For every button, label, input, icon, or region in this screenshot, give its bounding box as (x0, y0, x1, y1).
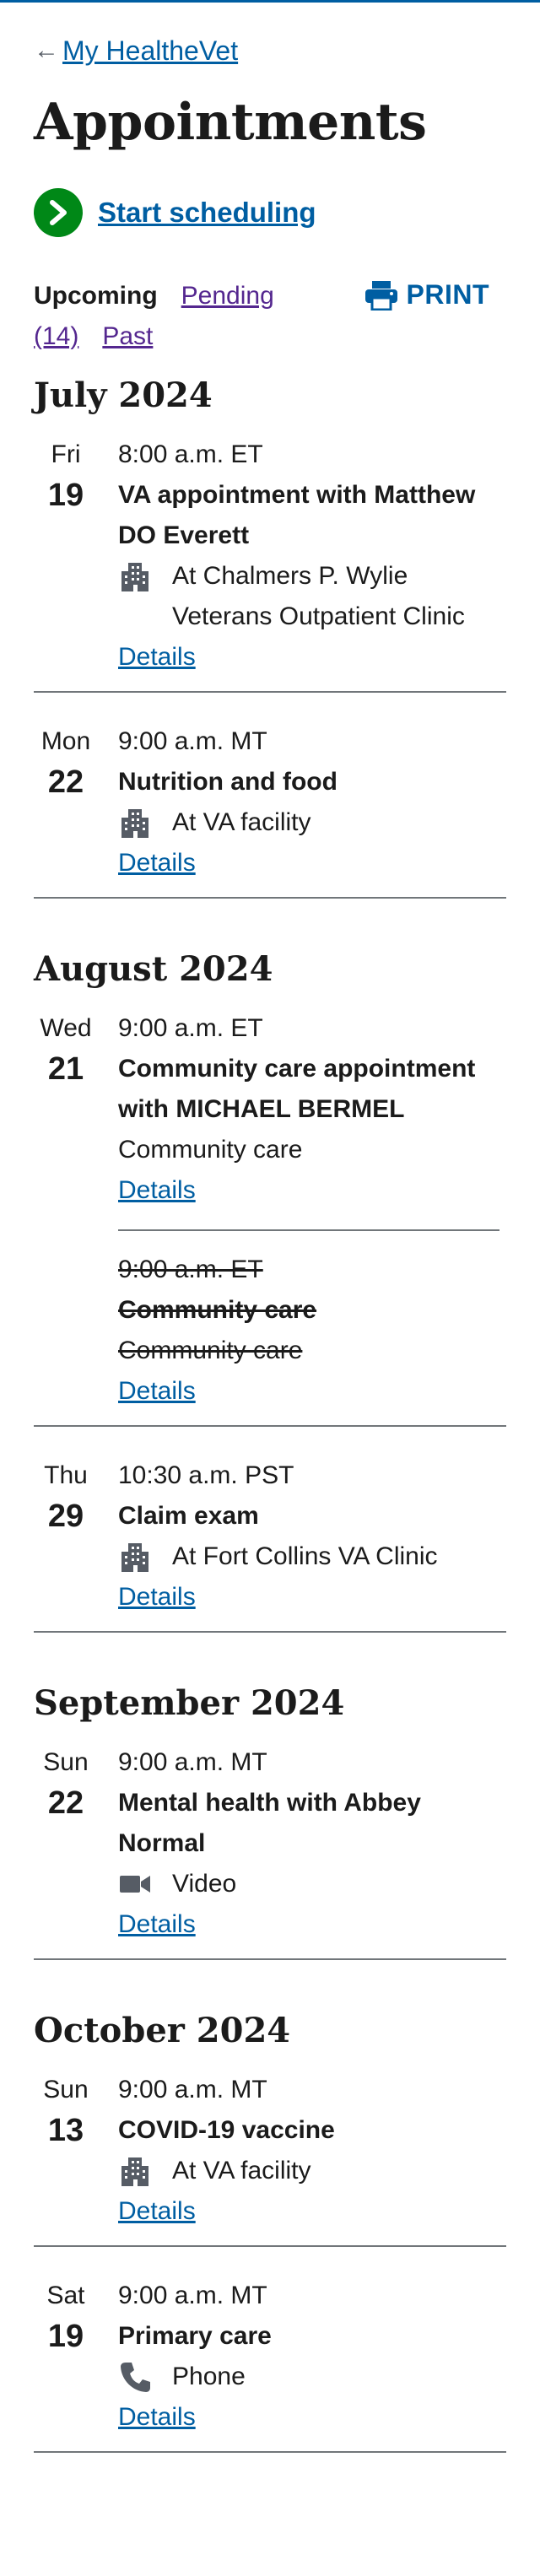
appointment-title: VA appointment with Matthew DO Everett (118, 481, 476, 549)
breadcrumb-link-my-healthevet[interactable]: My HealtheVet (62, 36, 238, 65)
back-arrow-icon: ← (34, 36, 59, 64)
details-link[interactable]: Details (118, 1377, 196, 1405)
video-icon (118, 1864, 172, 1904)
appointment-title: Mental health with Abbey Normal (118, 1789, 421, 1857)
appointment-weekday: Sun (43, 2076, 89, 2103)
appointment-title: Claim exam (118, 1502, 259, 1530)
appointment-day: 21 (47, 1051, 84, 1087)
details-link[interactable]: Details (118, 1583, 196, 1611)
month-heading: October 2024 (34, 2011, 291, 2050)
appointment-day: 29 (47, 1499, 84, 1534)
tab-past[interactable]: Past (102, 322, 153, 350)
appointment-time: 9:00 a.m. MT (118, 727, 267, 755)
month-section-august-2024: August 2024 Wed 21 9:00 a.m. ET Communit… (34, 949, 506, 1633)
appointment-day: 19 (47, 2319, 84, 2354)
appointment-day: 13 (47, 2113, 84, 2148)
appointment-day: 22 (47, 1785, 84, 1821)
page: ← My HealtheVet Appointments Start sched… (0, 36, 540, 2453)
appointment-list-item: Fri 19 8:00 a.m. ET VA appointment with … (34, 435, 506, 693)
appointment-day: 19 (47, 478, 84, 513)
appointment-title: Primary care (118, 2322, 272, 2350)
month-heading: September 2024 (34, 1683, 345, 1723)
appointment-location: Video (172, 1870, 237, 1898)
tab-upcoming[interactable]: Upcoming (34, 282, 158, 310)
appointment-weekday: Sun (43, 1748, 89, 1776)
chevron-right-icon[interactable] (34, 188, 83, 237)
appointment-title: Community care appointment with MICHAEL … (118, 1055, 476, 1123)
details-link[interactable]: Details (118, 1176, 196, 1204)
appointment-list-item: Wed 21 9:00 a.m. ET Community care appoi… (34, 1008, 506, 1427)
appointment-time: 9:00 a.m. MT (118, 2076, 267, 2103)
appointment-location: At Fort Collins VA Clinic (172, 1542, 438, 1570)
appointment-title: COVID-19 vaccine (118, 2116, 335, 2144)
page-title: Appointments (34, 93, 427, 152)
appointment-weekday: Mon (40, 727, 91, 755)
details-link[interactable]: Details (118, 849, 196, 877)
month-section-september-2024: September 2024 Sun 22 9:00 a.m. MT Menta… (34, 1683, 506, 1960)
appointment-location: At VA facility (172, 2157, 311, 2184)
appointment-time: 9:00 a.m. MT (118, 2282, 267, 2309)
month-heading: August 2024 (34, 949, 273, 989)
appointment-weekday: Thu (44, 1461, 88, 1489)
appointment-location: At Chalmers P. Wylie Veterans Outpatient… (172, 562, 465, 630)
appointment-location: At VA facility (172, 808, 311, 836)
start-scheduling-link[interactable]: Start scheduling (98, 197, 316, 229)
month-heading: July 2024 (34, 375, 213, 415)
building-icon (118, 802, 172, 843)
building-icon (118, 2151, 172, 2191)
breadcrumb: ← My HealtheVet (34, 36, 506, 65)
appointment-list-item: Sun 13 9:00 a.m. MT COVID-19 vaccine At … (34, 2070, 506, 2247)
details-link[interactable]: Details (118, 1910, 196, 1938)
canceled-appointment-location: Community care (118, 1337, 303, 1364)
appointment-time: 10:30 a.m. PST (118, 1461, 294, 1489)
phone-icon (118, 2357, 172, 2397)
appointment-list-item: Sat 19 9:00 a.m. MT Primary care Phone D… (34, 2247, 506, 2453)
appointment-title: Nutrition and food (118, 768, 338, 796)
appointment-tabs-row: Upcoming Pending (14) Past PRINT (34, 276, 506, 352)
appointment-list-item: Thu 29 10:30 a.m. PST Claim exam At Fort… (34, 1427, 506, 1633)
canceled-appointment-time: 9:00 a.m. ET (118, 1256, 263, 1283)
appointment-weekday: Wed (40, 1014, 92, 1042)
month-section-july-2024: July 2024 Fri 19 8:00 a.m. ET VA appoint… (34, 375, 506, 899)
print-button[interactable]: PRINT (364, 279, 490, 311)
building-icon (118, 1536, 172, 1577)
appointment-list-item: Mon 22 9:00 a.m. MT Nutrition and food A… (34, 693, 506, 899)
appointment-location: Phone (172, 2363, 246, 2390)
appointment-location: Community care (118, 1136, 303, 1164)
printer-icon (364, 280, 397, 311)
print-label: PRINT (406, 279, 489, 310)
appointment-list-item: Sun 22 9:00 a.m. MT Mental health with A… (34, 1742, 506, 1960)
appointment-tabs: Upcoming Pending (14) Past (34, 276, 304, 357)
details-link[interactable]: Details (118, 2197, 196, 2225)
month-section-october-2024: October 2024 Sun 13 9:00 a.m. MT COVID-1… (34, 2011, 506, 2453)
appointment-day: 22 (47, 764, 84, 800)
appointment-weekday: Fri (51, 440, 81, 468)
appointment-time: 8:00 a.m. ET (118, 440, 263, 468)
appointment-weekday: Sat (46, 2282, 85, 2309)
details-link[interactable]: Details (118, 2403, 196, 2431)
appointment-time: 9:00 a.m. ET (118, 1014, 263, 1042)
details-link[interactable]: Details (118, 643, 196, 671)
start-scheduling: Start scheduling (34, 188, 506, 237)
canceled-appointment-title: Community care (118, 1296, 317, 1324)
building-icon (118, 556, 172, 597)
appointment-time: 9:00 a.m. MT (118, 1748, 267, 1776)
canceled-appointment: 9:00 a.m. ET Community care Community ca… (118, 1229, 500, 1412)
